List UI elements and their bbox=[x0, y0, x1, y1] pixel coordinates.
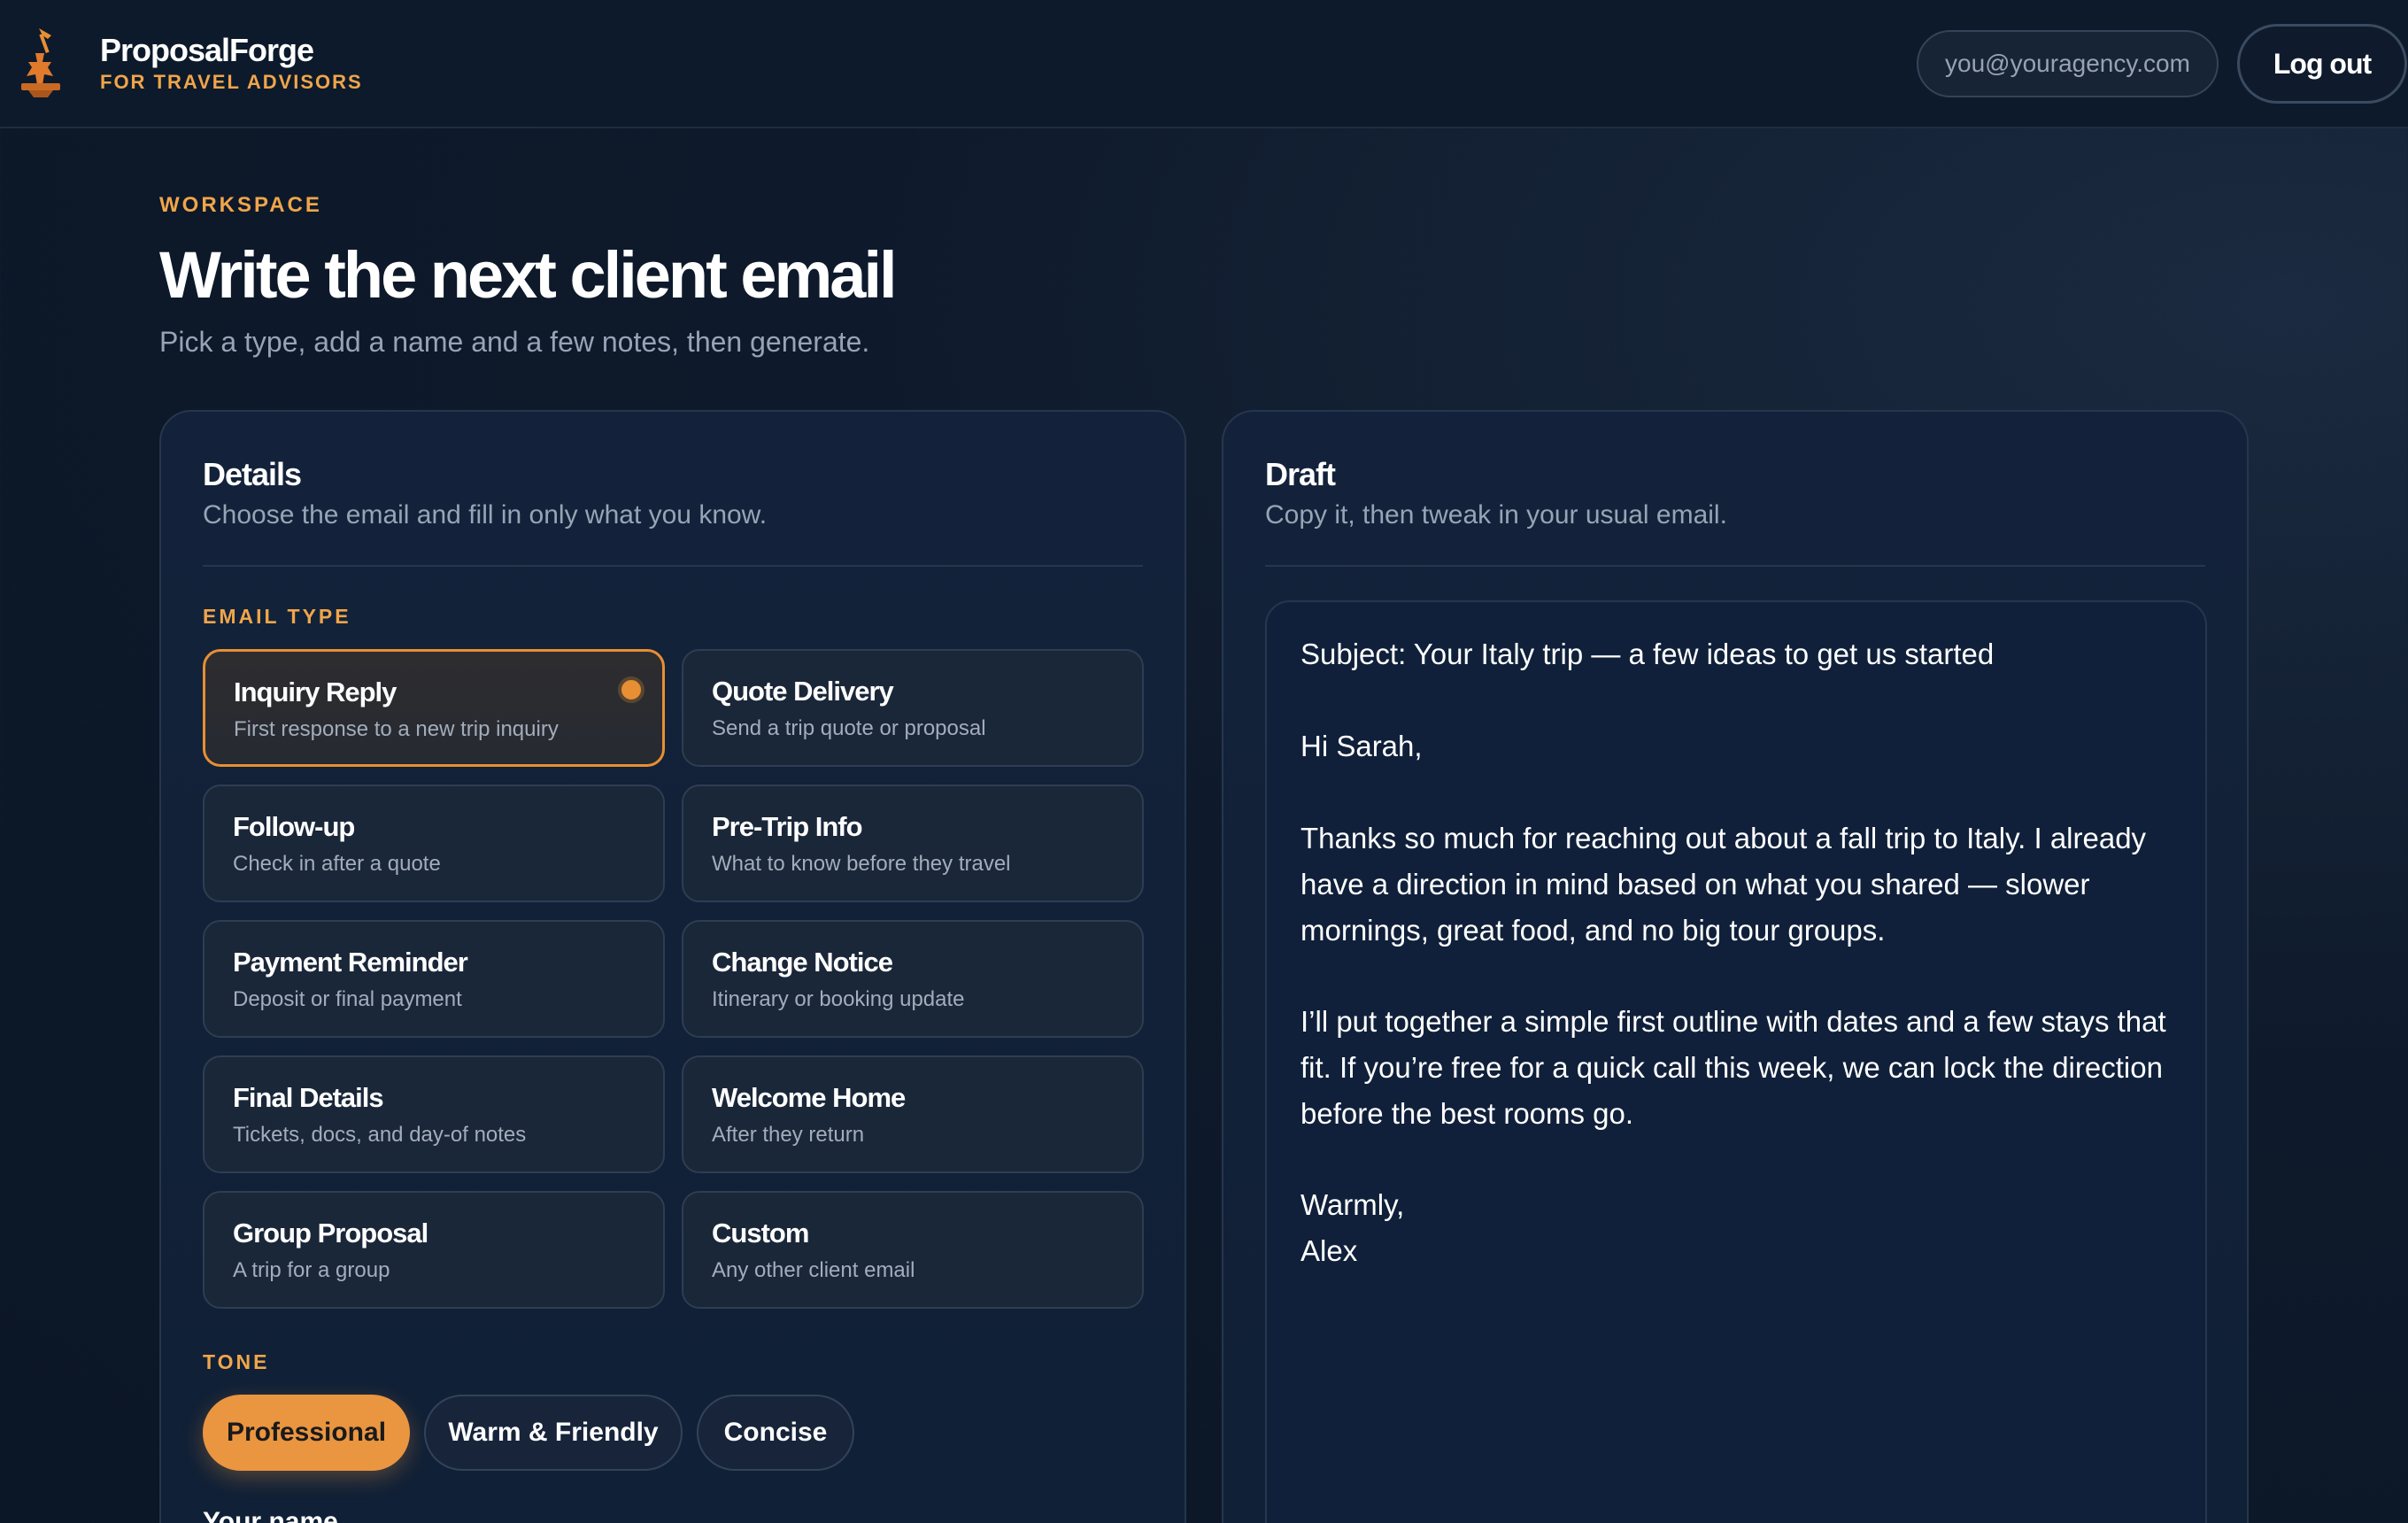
type-desc: Any other client email bbox=[712, 1258, 915, 1282]
type-desc: Deposit or final payment bbox=[233, 987, 462, 1011]
draft-line: mornings, great food, and no big tour gr… bbox=[1300, 914, 1886, 947]
draft-panel: Draft Copy it, then tweak in your usual … bbox=[1222, 410, 2249, 1523]
type-desc: Tickets, docs, and day-of notes bbox=[233, 1123, 527, 1147]
type-desc: A trip for a group bbox=[233, 1258, 390, 1282]
draft-subtitle: Copy it, then tweak in your usual email. bbox=[1265, 500, 1727, 530]
email-type-inquiry-reply[interactable]: Inquiry Reply First response to a new tr… bbox=[203, 649, 665, 767]
email-type-welcome-home[interactable]: Welcome Home After they return bbox=[682, 1055, 1144, 1173]
draft-line: fit. If you’re free for a quick call thi… bbox=[1300, 1051, 2163, 1084]
details-panel: Details Choose the email and fill in onl… bbox=[159, 410, 1186, 1523]
draft-signoff: Warmly, bbox=[1300, 1188, 1405, 1221]
type-title: Custom bbox=[712, 1218, 809, 1249]
type-title: Welcome Home bbox=[712, 1082, 906, 1113]
type-desc: First response to a new trip inquiry bbox=[234, 717, 559, 741]
tone-label: TONE bbox=[203, 1350, 270, 1373]
details-divider bbox=[203, 565, 1143, 567]
type-desc: After they return bbox=[712, 1123, 865, 1147]
draft-title: Draft bbox=[1265, 456, 1336, 492]
type-desc: Check in after a quote bbox=[233, 852, 441, 876]
tone-concise[interactable]: Concise bbox=[697, 1395, 854, 1471]
email-type-custom[interactable]: Custom Any other client email bbox=[682, 1191, 1144, 1309]
tone-warm-friendly[interactable]: Warm & Friendly bbox=[424, 1395, 683, 1471]
email-type-label: EMAIL TYPE bbox=[203, 605, 351, 628]
top-bar: ProposalForge FOR TRAVEL ADVISORS you@yo… bbox=[0, 0, 2408, 128]
details-subtitle: Choose the email and fill in only what y… bbox=[203, 500, 768, 530]
anvil-hammer-logo-icon bbox=[21, 28, 60, 97]
brand-tagline: FOR TRAVEL ADVISORS bbox=[100, 71, 363, 93]
email-type-quote-delivery[interactable]: Quote Delivery Send a trip quote or prop… bbox=[682, 649, 1144, 767]
type-title: Pre-Trip Info bbox=[712, 811, 863, 842]
selected-indicator-icon bbox=[618, 676, 644, 703]
page-title: Write the next client email bbox=[159, 238, 898, 312]
draft-line: Hi Sarah, bbox=[1300, 730, 1423, 762]
logout-button[interactable]: Log out bbox=[2237, 24, 2407, 104]
type-title: Final Details bbox=[233, 1082, 384, 1113]
details-title: Details bbox=[203, 456, 302, 492]
user-email-badge: you@youragency.com bbox=[1917, 30, 2219, 97]
brand-name: ProposalForge bbox=[100, 32, 314, 68]
email-type-change-notice[interactable]: Change Notice Itinerary or booking updat… bbox=[682, 920, 1144, 1038]
type-title: Group Proposal bbox=[233, 1218, 428, 1249]
type-title: Inquiry Reply bbox=[234, 676, 397, 707]
type-title: Change Notice bbox=[712, 947, 893, 978]
type-title: Payment Reminder bbox=[233, 947, 468, 978]
email-type-payment-reminder[interactable]: Payment Reminder Deposit or final paymen… bbox=[203, 920, 665, 1038]
page-subtitle: Pick a type, add a name and a few notes,… bbox=[159, 326, 870, 358]
draft-line: before the best rooms go. bbox=[1300, 1097, 1634, 1130]
your-name-label: Your name bbox=[203, 1507, 338, 1523]
type-title: Follow-up bbox=[233, 811, 355, 842]
draft-line: I’ll put together a simple first outline… bbox=[1300, 1005, 2166, 1038]
draft-subject: Subject: Your Italy trip — a few ideas t… bbox=[1300, 638, 1995, 670]
email-type-follow-up[interactable]: Follow-up Check in after a quote bbox=[203, 785, 665, 902]
draft-output[interactable]: Subject: Your Italy trip — a few ideas t… bbox=[1265, 600, 2207, 1523]
email-type-final-details[interactable]: Final Details Tickets, docs, and day-of … bbox=[203, 1055, 665, 1173]
type-desc: What to know before they travel bbox=[712, 852, 1011, 876]
type-title: Quote Delivery bbox=[712, 676, 894, 707]
type-desc: Itinerary or booking update bbox=[712, 987, 965, 1011]
draft-line: have a direction in mind based on what y… bbox=[1300, 868, 2090, 901]
type-desc: Send a trip quote or proposal bbox=[712, 716, 986, 740]
page-eyebrow: WORKSPACE bbox=[159, 193, 322, 217]
email-type-pre-trip-info[interactable]: Pre-Trip Info What to know before they t… bbox=[682, 785, 1144, 902]
draft-signature: Alex bbox=[1300, 1234, 1358, 1267]
draft-line: Thanks so much for reaching out about a … bbox=[1300, 822, 2147, 854]
tone-professional[interactable]: Professional bbox=[203, 1395, 410, 1471]
email-type-group-proposal[interactable]: Group Proposal A trip for a group bbox=[203, 1191, 665, 1309]
draft-divider bbox=[1265, 565, 2205, 567]
